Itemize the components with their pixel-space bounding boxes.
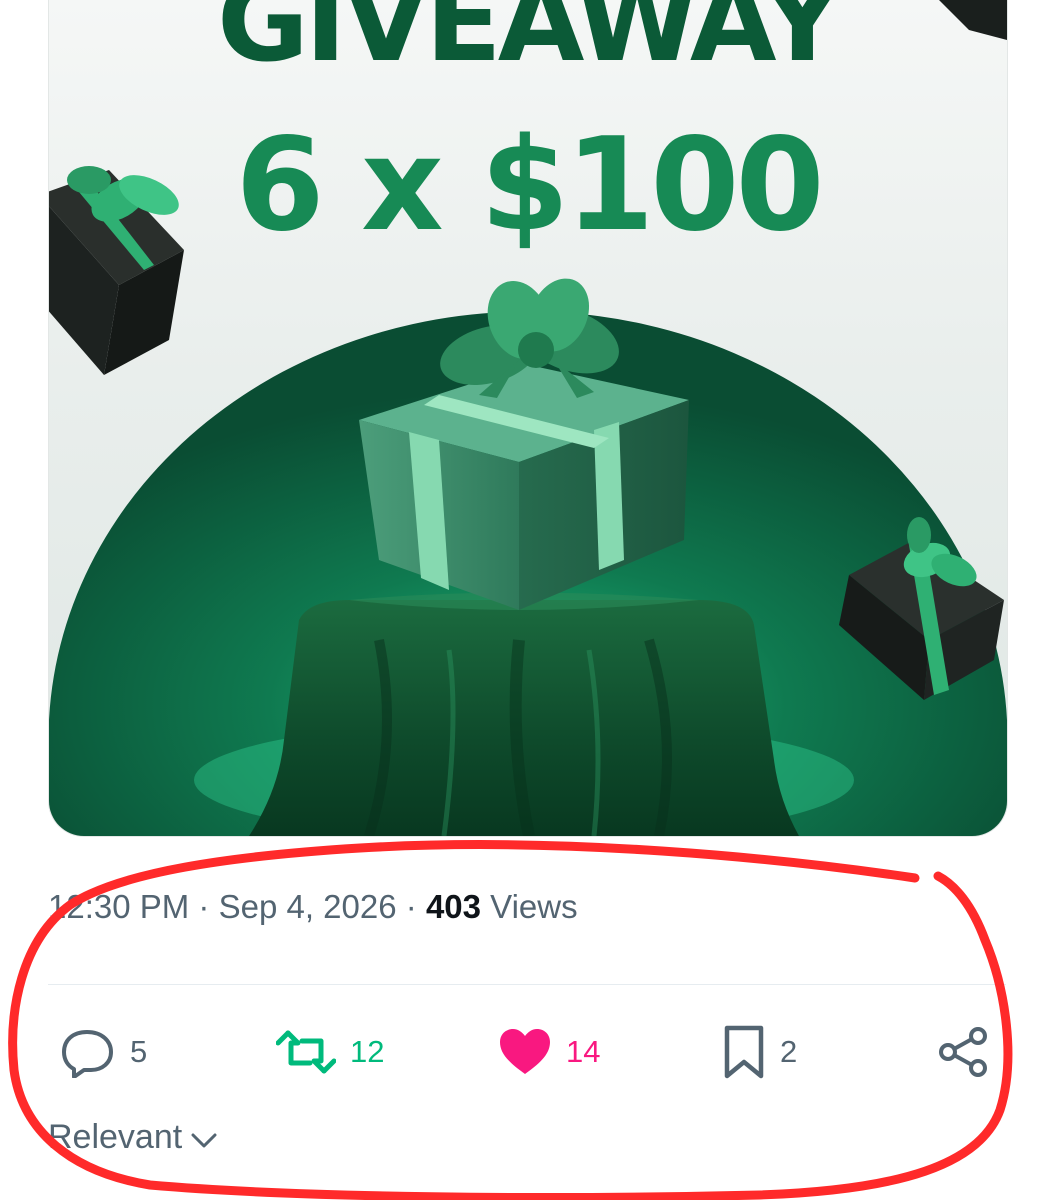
- bookmark-button[interactable]: 2: [722, 1022, 797, 1082]
- giveaway-image[interactable]: GIVEAWAY 6 x $100: [48, 0, 1008, 837]
- like-count: 14: [566, 1034, 601, 1069]
- divider: [48, 984, 1006, 985]
- share-button[interactable]: [938, 1022, 990, 1082]
- tweet-meta: 12:30 PM · Sep 4, 2026 · 403 Views: [48, 888, 578, 926]
- views-count: 403: [425, 888, 481, 925]
- chevron-down-icon: [191, 1133, 217, 1147]
- repost-icon: [276, 1030, 336, 1074]
- bookmark-count: 2: [780, 1034, 798, 1069]
- reply-button[interactable]: 5: [60, 1022, 147, 1082]
- bookmark-icon: [724, 1025, 764, 1079]
- sort-label: Relevant: [48, 1118, 183, 1156]
- tweet-time[interactable]: 12:30 PM: [48, 888, 189, 925]
- share-icon: [939, 1027, 987, 1077]
- repost-button[interactable]: 12: [276, 1022, 384, 1082]
- reply-icon: [62, 1030, 113, 1078]
- reply-count: 5: [130, 1034, 148, 1069]
- giveaway-amount: 6 x $100: [235, 111, 825, 260]
- tweet-date[interactable]: Sep 4, 2026: [219, 888, 397, 925]
- heart-icon: [500, 1029, 550, 1074]
- views-label: Views: [490, 888, 578, 925]
- giveaway-headline: GIVEAWAY: [216, 0, 843, 87]
- meta-separator: ·: [198, 888, 210, 925]
- meta-separator: ·: [405, 888, 417, 925]
- like-button[interactable]: 14: [498, 1022, 600, 1082]
- repost-count: 12: [350, 1034, 385, 1069]
- tweet-detail: GIVEAWAY 6 x $100 12:30 PM · Sep 4, 2026…: [0, 0, 1055, 1200]
- replies-sort-dropdown[interactable]: Relevant: [48, 1118, 218, 1157]
